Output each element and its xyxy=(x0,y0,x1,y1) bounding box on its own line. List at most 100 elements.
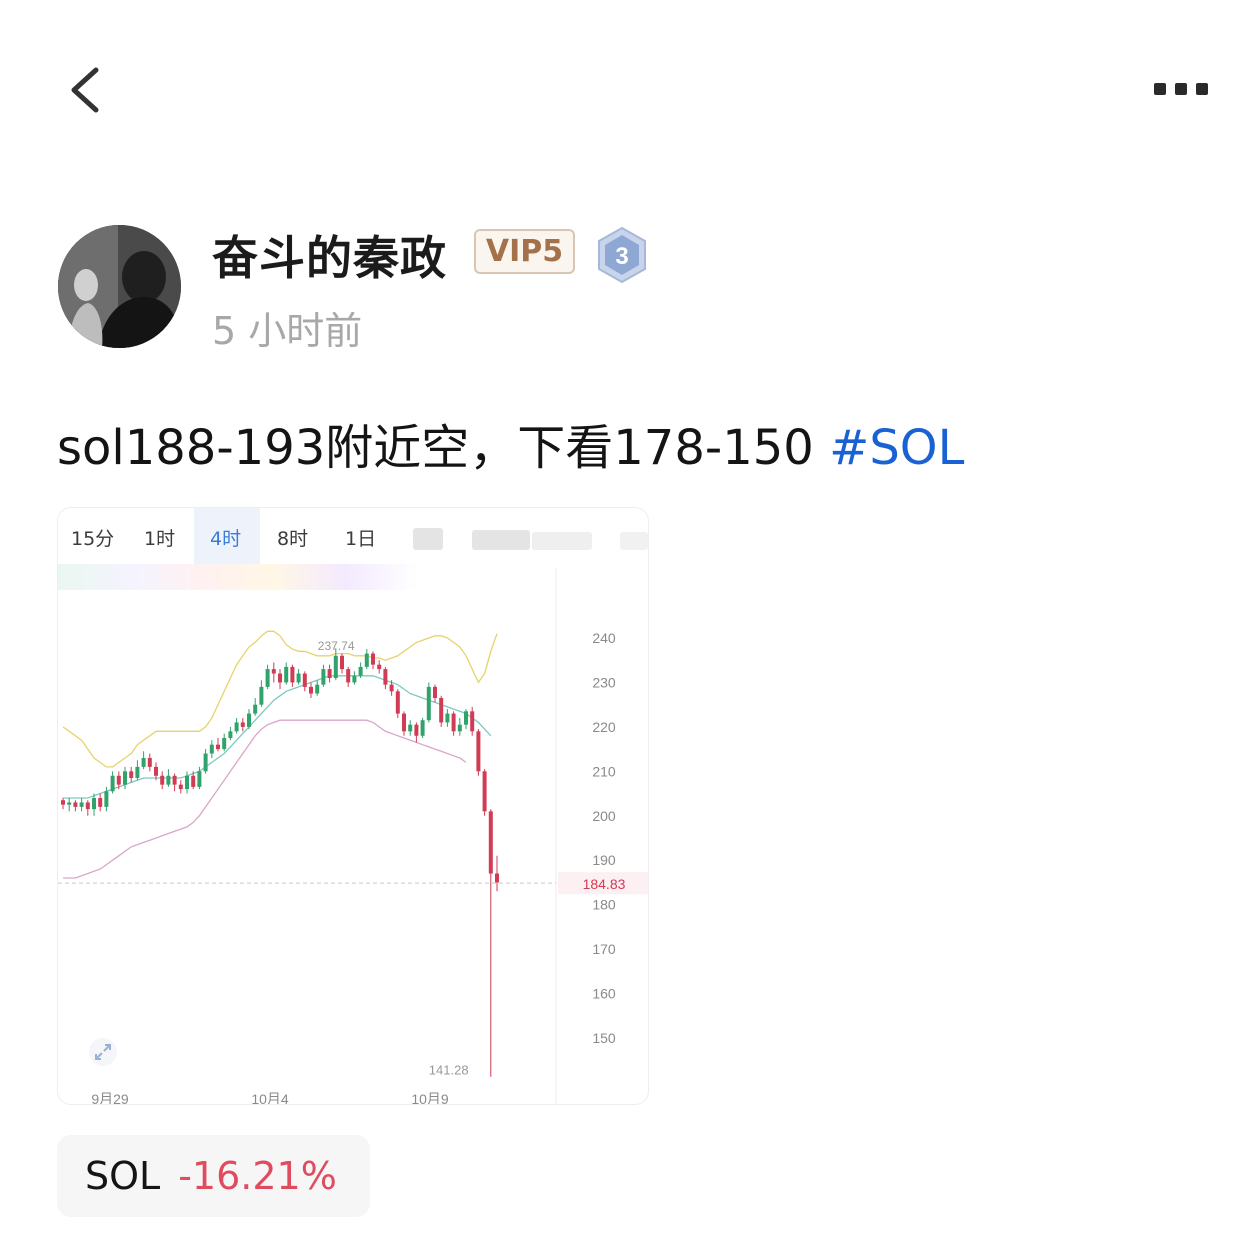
candle-body xyxy=(259,686,264,705)
candle-body xyxy=(402,713,406,732)
post-time: 5 小时前 xyxy=(212,309,363,353)
candle-body xyxy=(98,797,103,807)
candle-body xyxy=(482,771,487,812)
level-hexagon-icon: 3 xyxy=(598,226,646,284)
candle-body xyxy=(346,669,351,683)
candle-body xyxy=(315,684,320,694)
candlestick-chart: 184.83 237.74 141.28 240 230 220 210 200 190 180… xyxy=(58,568,648,1105)
ticker-symbol: SOL xyxy=(85,1154,161,1198)
x-axis-tick: 9月29 xyxy=(91,1091,129,1105)
back-button[interactable] xyxy=(60,62,110,118)
avatar-image xyxy=(58,225,181,348)
candle-body xyxy=(154,766,158,776)
candle-body xyxy=(234,722,239,732)
y-axis-tick: 180 xyxy=(592,897,616,913)
ticker-chip[interactable]: SOL -16.21% xyxy=(57,1135,370,1217)
candle-body xyxy=(302,673,307,687)
ticker-change: -16.21% xyxy=(178,1154,337,1198)
author-name[interactable]: 奋斗的秦政 xyxy=(212,222,447,288)
candle-body xyxy=(110,775,115,792)
candle-body xyxy=(358,666,363,676)
bollinger-lower-line xyxy=(63,719,467,879)
candle-body xyxy=(247,713,251,727)
candle-body xyxy=(439,697,444,723)
candle-body xyxy=(222,737,227,750)
candle-body xyxy=(160,775,165,785)
candle-body xyxy=(476,731,481,772)
candle-body xyxy=(383,669,388,685)
more-horizontal-icon xyxy=(1154,83,1208,95)
bollinger-upper-line xyxy=(62,630,498,768)
post-body: sol188-193附近空，下看178-150 xyxy=(57,420,814,476)
y-axis-tick: 210 xyxy=(592,763,616,779)
candle-body xyxy=(178,784,183,790)
candle-body xyxy=(290,666,295,683)
candle-body xyxy=(284,666,289,683)
level-badge: 3 xyxy=(594,225,650,285)
candle-body xyxy=(445,713,450,723)
y-axis-tick: 160 xyxy=(592,986,616,1002)
candle-body xyxy=(389,684,394,692)
candle-body xyxy=(253,704,258,714)
candle-body xyxy=(216,744,220,750)
candle-body xyxy=(321,669,326,685)
y-axis-tick: 230 xyxy=(592,674,616,690)
candle-body xyxy=(166,775,171,785)
candle-body xyxy=(67,802,72,805)
vip-badge: VIP5 xyxy=(474,229,575,274)
candle-body xyxy=(135,766,140,778)
candle-body xyxy=(92,797,96,810)
candle-body xyxy=(327,669,332,678)
candle-body xyxy=(371,653,375,665)
candle-body xyxy=(395,691,400,714)
candle-body xyxy=(129,771,134,778)
candle-body xyxy=(340,655,344,670)
low-price-marker: 141.28 xyxy=(429,1063,469,1078)
candle-body xyxy=(147,757,152,767)
post-text: sol188-193附近空，下看178-150 #SOL xyxy=(57,408,964,478)
candle-body xyxy=(228,731,233,738)
candle-body xyxy=(278,673,282,683)
candle-body xyxy=(309,686,313,694)
current-price-label: 184.83 xyxy=(583,876,626,892)
expand-button[interactable] xyxy=(88,1037,118,1067)
avatar[interactable] xyxy=(58,225,181,348)
x-axis-tick: 10月4 xyxy=(251,1091,289,1105)
candle-body xyxy=(73,802,78,807)
candle-body xyxy=(377,664,382,670)
y-axis-tick: 240 xyxy=(592,630,616,646)
candle-body xyxy=(185,775,189,790)
candle-body xyxy=(457,724,462,732)
candle-body xyxy=(209,744,214,754)
candle-body xyxy=(433,686,437,698)
chevron-left-icon xyxy=(71,67,99,113)
candle-body xyxy=(141,757,146,767)
x-axis-tick: 10月9 xyxy=(411,1091,449,1105)
candle-body xyxy=(172,775,177,785)
candle-body xyxy=(414,724,419,736)
candle-body xyxy=(333,655,338,678)
candle-body xyxy=(420,720,425,736)
candle-body xyxy=(79,802,84,807)
candle-body xyxy=(470,711,475,732)
candle-body xyxy=(85,802,90,810)
bollinger-middle-line xyxy=(63,675,492,799)
candle-body xyxy=(464,711,468,725)
chart-image-card[interactable]: 15分 1时 4时 8时 1日 184.83 237.74 141.28 240 23… xyxy=(57,507,649,1105)
more-button[interactable] xyxy=(1148,70,1218,110)
candle-body xyxy=(197,771,202,787)
y-axis-tick: 150 xyxy=(592,1030,616,1046)
hashtag-link[interactable]: #SOL xyxy=(829,420,964,476)
candle-body xyxy=(451,713,456,732)
candle-body xyxy=(116,775,121,785)
candle-body xyxy=(240,722,245,727)
candle-body xyxy=(495,873,499,883)
candle-body xyxy=(191,775,196,787)
candle-body xyxy=(408,724,413,732)
y-axis-tick: 200 xyxy=(592,808,616,824)
candle-body xyxy=(265,669,270,687)
candle-body xyxy=(61,800,65,805)
candle-body xyxy=(271,669,276,674)
y-axis-tick: 220 xyxy=(592,719,616,735)
candle-body xyxy=(426,686,431,721)
